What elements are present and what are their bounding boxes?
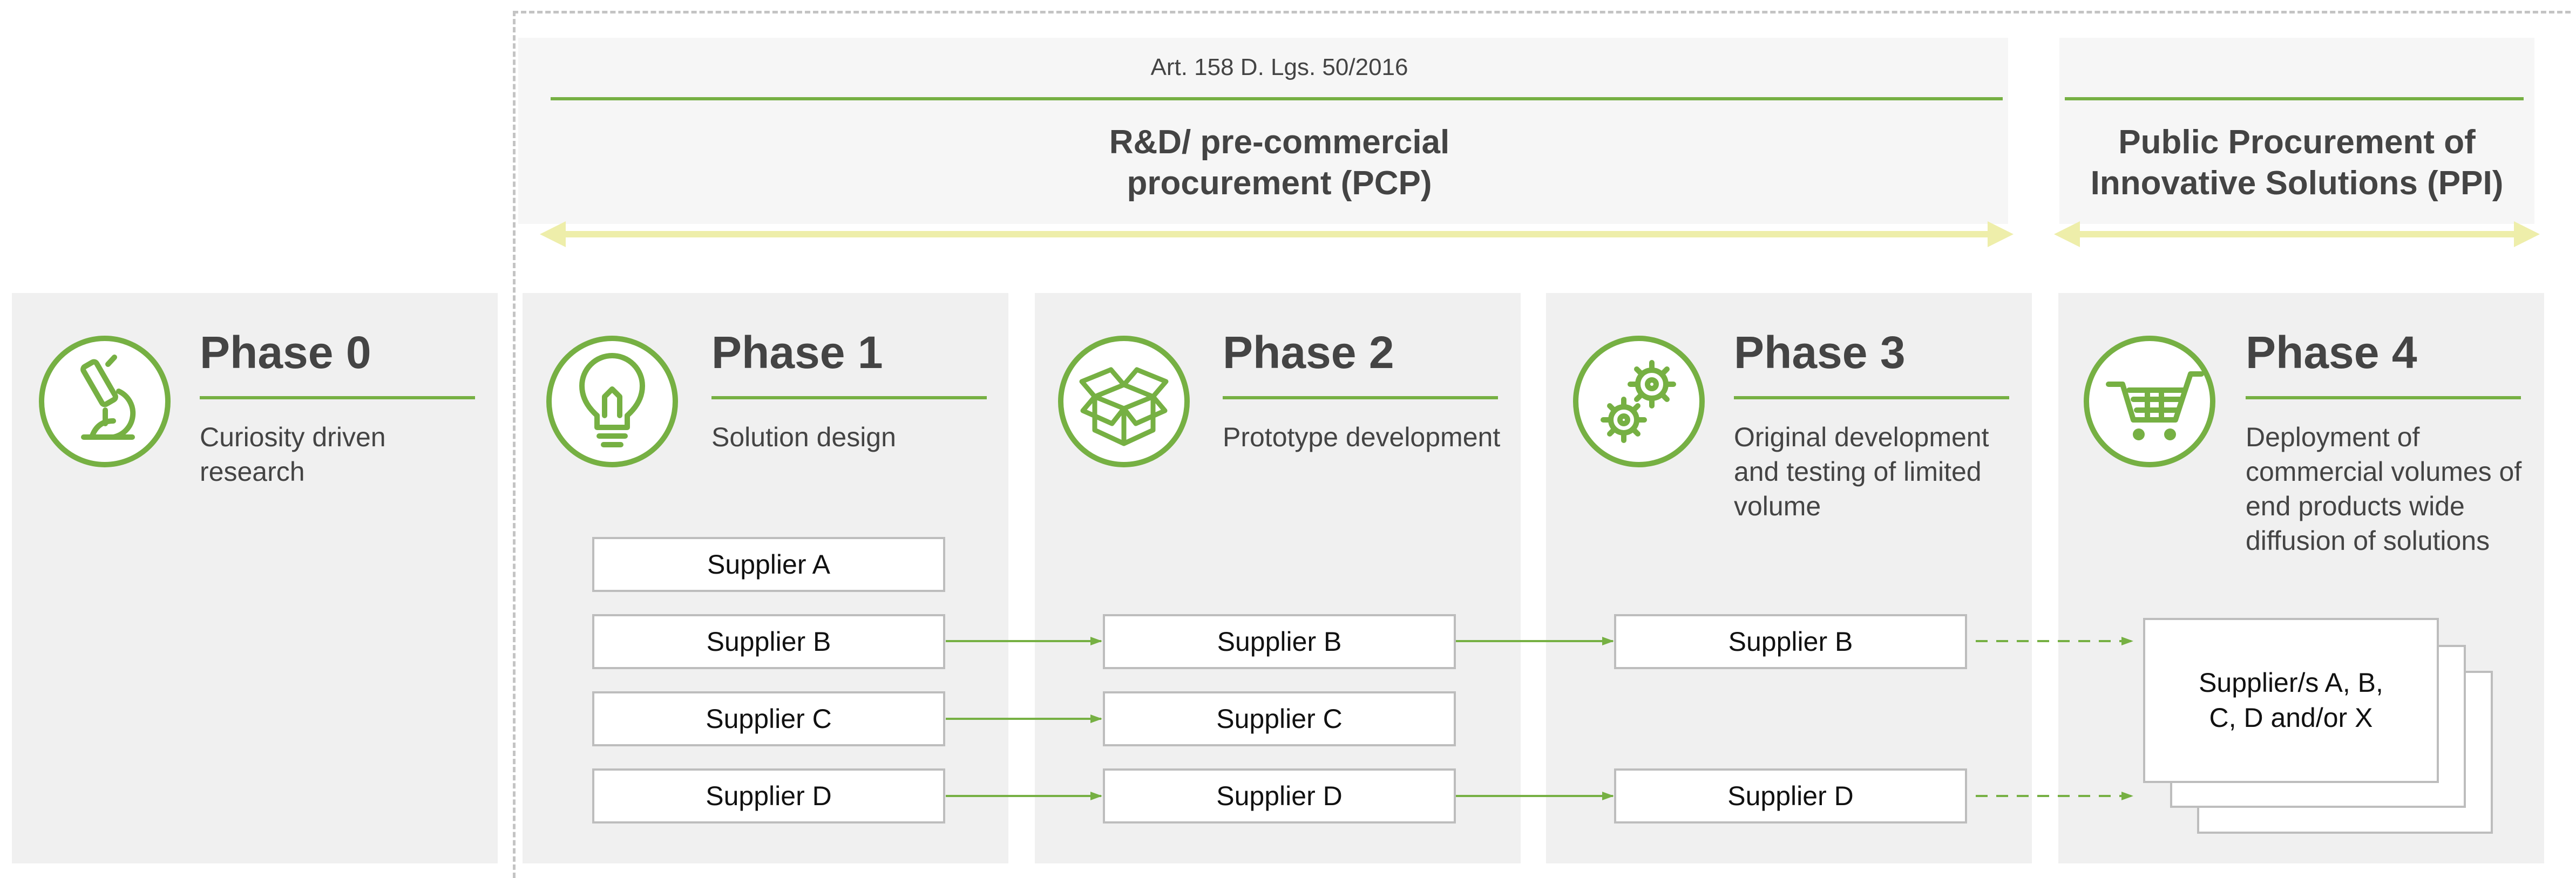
- phase-4-suppliers: Supplier/s A, B, C, D and/or X: [2143, 618, 2439, 783]
- pcp-span-arrow: [540, 221, 2014, 247]
- phase-3-supplier-b: Supplier B: [1614, 614, 1967, 669]
- phase-4-suppliers-label: Supplier/s A, B, C, D and/or X: [2199, 668, 2383, 733]
- phase-2-supplier-d: Supplier D: [1103, 768, 1456, 823]
- phase-1-supplier-a: Supplier A: [592, 537, 945, 592]
- phase-2-supplier-b: Supplier B: [1103, 614, 1456, 669]
- phase-1-supplier-d: Supplier D: [592, 768, 945, 823]
- phase-1-supplier-b: Supplier B: [592, 614, 945, 669]
- phase-3-supplier-d: Supplier D: [1614, 768, 1967, 823]
- phase-2-supplier-c: Supplier C: [1103, 691, 1456, 746]
- phase-1-supplier-c: Supplier C: [592, 691, 945, 746]
- ppi-span-arrow: [2054, 221, 2540, 247]
